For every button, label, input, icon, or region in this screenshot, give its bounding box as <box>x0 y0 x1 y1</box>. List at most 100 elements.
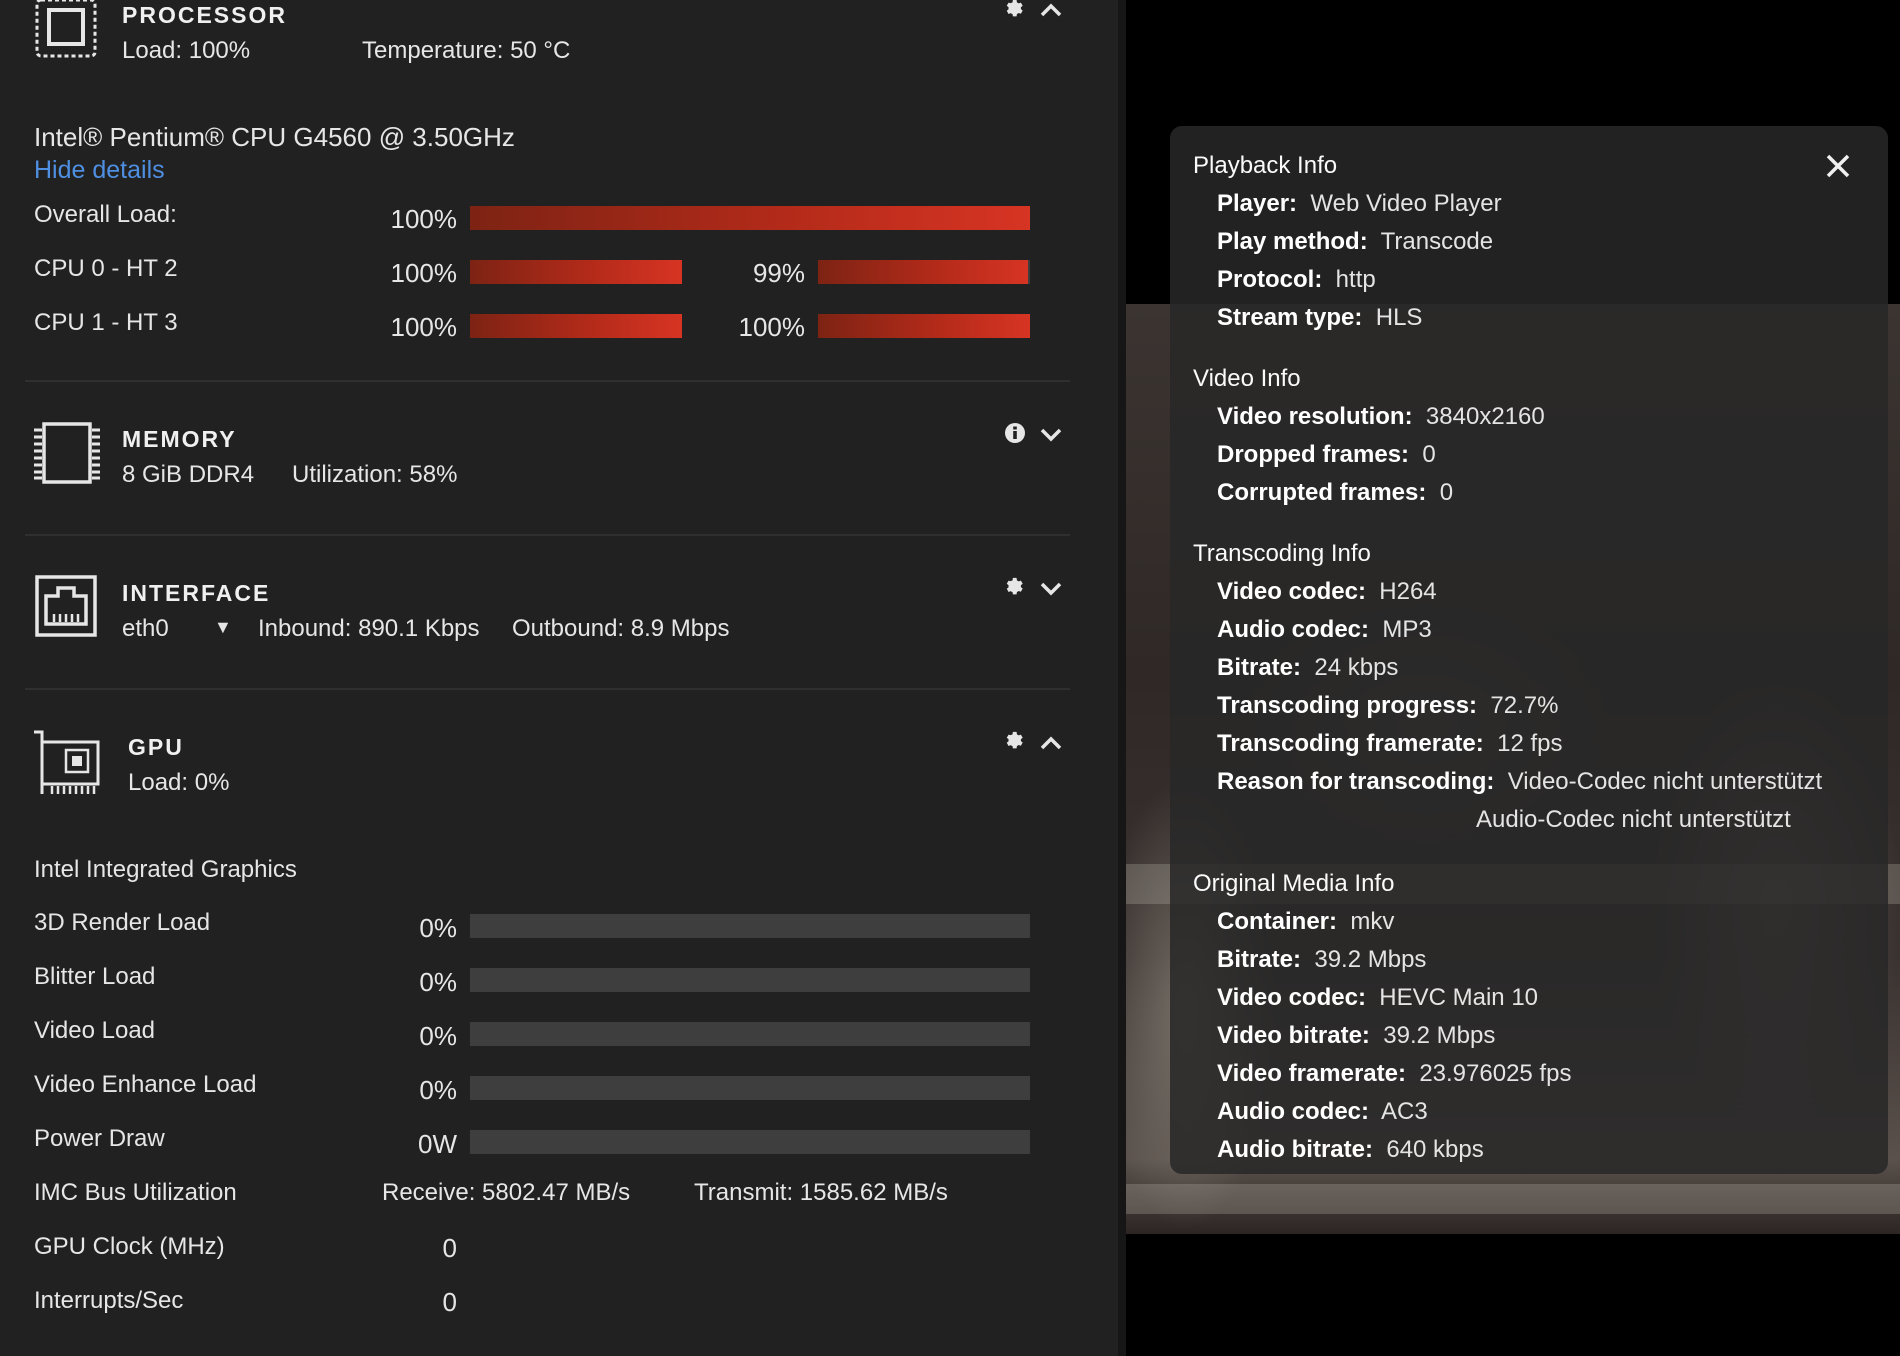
info-icon <box>1005 423 1025 443</box>
info-row: Bitrate: 24 kbps <box>1217 654 1399 681</box>
info-row: Transcoding progress: 72.7% <box>1217 692 1559 719</box>
info-row: Corrupted frames: 0 <box>1217 479 1454 506</box>
gpu-metric-label: Video Load <box>34 1017 156 1044</box>
info-row: Audio codec: MP3 <box>1217 616 1432 643</box>
processor-icon <box>35 0 97 58</box>
cpu-row-label: CPU 0 - HT 2 <box>34 255 178 282</box>
gpu-metric-label: Blitter Load <box>34 963 156 990</box>
info-row: Player: Web Video Player <box>1217 190 1502 217</box>
processor-load: Load: 100% <box>122 37 251 64</box>
section-divider <box>25 380 1070 382</box>
gear-icon <box>1006 0 1023 17</box>
dropdown-arrow-icon: ▼ <box>214 617 232 637</box>
overall-load-percent: 100% <box>390 204 458 234</box>
overall-load-bar <box>470 206 1030 230</box>
gpu-metric-percent: 0% <box>419 913 457 943</box>
interface-select[interactable]: eth0 ▼ <box>122 615 232 643</box>
info-row: Reason for transcoding: Video-Codec nich… <box>1217 768 1823 795</box>
processor-temperature: Temperature: 50 °C <box>362 37 571 64</box>
cpu-core-bar <box>470 260 682 284</box>
memory-title: MEMORY <box>122 426 237 452</box>
imc-transmit: Transmit: 1585.62 MB/s <box>694 1179 948 1206</box>
imc-receive: Receive: 5802.47 MB/s <box>382 1179 631 1206</box>
cpu-core-percent: 100% <box>390 312 458 342</box>
info-row-continuation: Audio-Codec nicht unterstützt <box>1476 806 1791 833</box>
gear-icon <box>1006 577 1023 595</box>
chevron-down-icon <box>1040 582 1062 596</box>
gpu-metric-label: Power Draw <box>34 1125 165 1152</box>
cpu-thread-percent: 99% <box>752 258 805 288</box>
info-row: Video codec: H264 <box>1217 578 1437 605</box>
section-heading: Original Media Info <box>1193 870 1395 897</box>
cpu-thread-bar <box>818 314 1030 338</box>
processor-title: PROCESSOR <box>122 2 287 28</box>
interrupts-value: 0 <box>442 1287 457 1317</box>
processor-settings-button[interactable] <box>1002 0 1028 22</box>
info-row: Transcoding framerate: 12 fps <box>1217 730 1563 757</box>
memory-size: 8 GiB DDR4 <box>122 461 255 488</box>
gpu-metric-label: 3D Render Load <box>34 909 211 936</box>
section-heading: Video Info <box>1193 365 1301 392</box>
cpu-thread-bar <box>818 260 1030 284</box>
info-row: Video framerate: 23.976025 fps <box>1217 1060 1572 1087</box>
info-row: Play method: Transcode <box>1217 228 1494 255</box>
section-heading: Transcoding Info <box>1193 540 1371 567</box>
pane-divider[interactable] <box>1118 0 1126 1356</box>
gpu-name: Intel Integrated Graphics <box>34 856 297 883</box>
gpu-metric-bar <box>470 968 1030 992</box>
processor-collapse-button[interactable] <box>1038 0 1064 23</box>
memory-expand-button[interactable] <box>1038 422 1064 448</box>
close-icon[interactable] <box>1820 148 1856 184</box>
cpu-row-label: CPU 1 - HT 3 <box>34 309 178 336</box>
chevron-up-icon <box>1040 736 1062 750</box>
system-monitor-panel: PROCESSOR Load: 100% Temperature: 50 °C … <box>0 0 1118 1356</box>
chevron-down-icon <box>1040 428 1062 442</box>
section-divider <box>25 534 1070 536</box>
interface-expand-button[interactable] <box>1038 576 1064 602</box>
gpu-collapse-button[interactable] <box>1038 730 1064 756</box>
info-row: Video resolution: 3840x2160 <box>1217 403 1545 430</box>
interface-settings-button[interactable] <box>1002 574 1028 600</box>
info-row: Audio bitrate: 640 kbps <box>1217 1136 1484 1163</box>
info-row: Bitrate: 39.2 Mbps <box>1217 946 1427 973</box>
gpu-clock-value: 0 <box>442 1233 457 1263</box>
interface-outbound: Outbound: 8.9 Mbps <box>512 615 730 642</box>
gpu-icon <box>34 730 100 794</box>
gpu-metric-bar <box>470 1022 1030 1046</box>
info-row: Video codec: HEVC Main 10 <box>1217 984 1539 1011</box>
interface-inbound: Inbound: 890.1 Kbps <box>258 615 480 642</box>
ethernet-icon <box>35 575 97 637</box>
gpu-settings-button[interactable] <box>1002 728 1028 754</box>
info-row: Stream type: HLS <box>1217 304 1423 331</box>
interface-title: INTERFACE <box>122 580 271 606</box>
gear-icon <box>1006 731 1023 749</box>
gpu-metric-label: Video Enhance Load <box>34 1071 257 1098</box>
gpu-metric-bar <box>470 1130 1030 1154</box>
info-row: Protocol: http <box>1217 266 1376 293</box>
cpu-thread-percent: 100% <box>738 312 806 342</box>
gpu-title: GPU <box>128 734 184 760</box>
info-row: Audio codec: AC3 <box>1217 1098 1428 1125</box>
section-divider <box>25 688 1070 690</box>
chevron-up-icon <box>1040 3 1062 17</box>
info-row: Video bitrate: 39.2 Mbps <box>1217 1022 1496 1049</box>
imc-bus-label: IMC Bus Utilization <box>34 1179 237 1206</box>
gpu-metric-percent: 0% <box>419 967 457 997</box>
section-heading: Playback Info <box>1193 152 1338 179</box>
gpu-load: Load: 0% <box>128 769 230 796</box>
info-row: Dropped frames: 0 <box>1217 441 1436 468</box>
memory-utilization: Utilization: 58% <box>292 461 458 488</box>
memory-info-button[interactable] <box>1002 420 1028 446</box>
hide-details-link[interactable]: Hide details <box>34 156 165 185</box>
gpu-clock-label: GPU Clock (MHz) <box>34 1233 225 1260</box>
interrupts-label: Interrupts/Sec <box>34 1287 184 1314</box>
overall-load-label: Overall Load: <box>34 201 177 228</box>
memory-icon <box>34 422 100 484</box>
gpu-metric-percent: 0% <box>419 1021 457 1051</box>
gpu-metric-bar <box>470 1076 1030 1100</box>
gpu-metric-bar <box>470 914 1030 938</box>
gpu-metric-percent: 0W <box>418 1129 457 1159</box>
interface-select-value: eth0 <box>122 615 169 642</box>
video-player-pane: Playback Info Player: Web Video Player P… <box>1126 0 1900 1356</box>
playback-info-overlay: Playback Info Player: Web Video Player P… <box>1170 126 1888 1174</box>
